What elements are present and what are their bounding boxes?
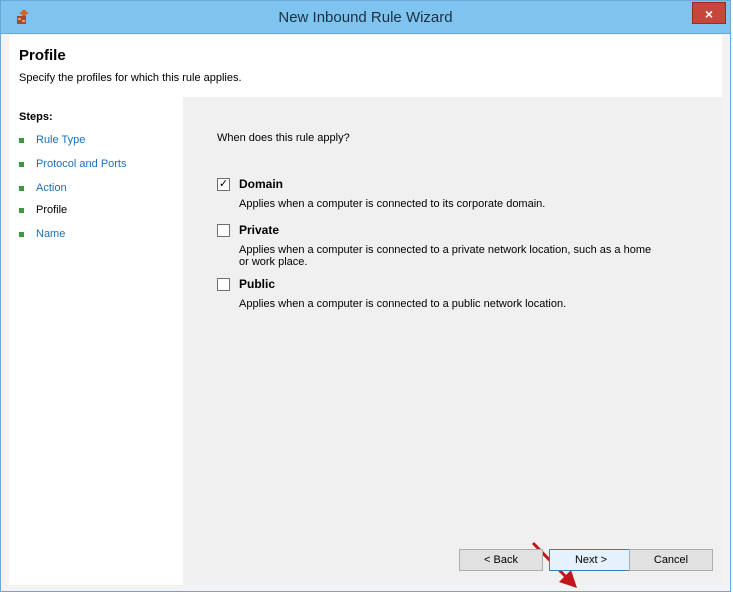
- step-bullet-icon: [19, 231, 24, 237]
- steps-pane: Steps: Rule Type Protocol and Ports Acti…: [9, 97, 183, 585]
- domain-checkbox[interactable]: ✓: [217, 178, 230, 191]
- step-label: Profile: [36, 204, 68, 216]
- page-header: Profile Specify the profiles for which t…: [9, 35, 722, 97]
- step-label: Action: [36, 182, 67, 194]
- step-bullet-icon: [19, 161, 24, 167]
- steps-heading: Steps:: [19, 111, 53, 123]
- close-button[interactable]: ×: [692, 2, 726, 24]
- step-bullet-icon: [19, 207, 24, 213]
- public-label[interactable]: Public: [239, 277, 275, 291]
- step-label: Rule Type: [36, 134, 86, 146]
- step-profile: Profile: [19, 204, 67, 216]
- step-protocol-and-ports[interactable]: Protocol and Ports: [19, 158, 127, 170]
- step-rule-type[interactable]: Rule Type: [19, 134, 85, 146]
- wizard-window: New Inbound Rule Wizard × Profile Specif…: [0, 0, 731, 592]
- public-description: Applies when a computer is connected to …: [239, 298, 567, 310]
- title-bar[interactable]: New Inbound Rule Wizard ×: [1, 1, 730, 34]
- step-label: Name: [36, 228, 66, 240]
- step-name[interactable]: Name: [19, 228, 65, 240]
- main-pane: When does this rule apply? ✓ Domain Appl…: [183, 97, 722, 585]
- private-checkbox[interactable]: [217, 224, 230, 237]
- private-description: Applies when a computer is connected to …: [239, 244, 652, 268]
- wizard-content: Profile Specify the profiles for which t…: [9, 35, 722, 588]
- step-action[interactable]: Action: [19, 182, 67, 194]
- step-bullet-icon: [19, 137, 24, 143]
- question-text: When does this rule apply?: [217, 132, 350, 144]
- page-subtitle: Specify the profiles for which this rule…: [19, 72, 242, 84]
- cancel-button[interactable]: Cancel: [629, 549, 713, 571]
- domain-description: Applies when a computer is connected to …: [239, 198, 546, 210]
- page-title: Profile: [19, 47, 66, 64]
- next-button[interactable]: Next >: [549, 549, 633, 571]
- window-title: New Inbound Rule Wizard: [278, 9, 453, 26]
- private-label[interactable]: Private: [239, 223, 279, 237]
- domain-label[interactable]: Domain: [239, 177, 283, 191]
- step-label: Protocol and Ports: [36, 158, 127, 170]
- public-checkbox[interactable]: [217, 278, 230, 291]
- back-button[interactable]: < Back: [459, 549, 543, 571]
- step-bullet-icon: [19, 185, 24, 191]
